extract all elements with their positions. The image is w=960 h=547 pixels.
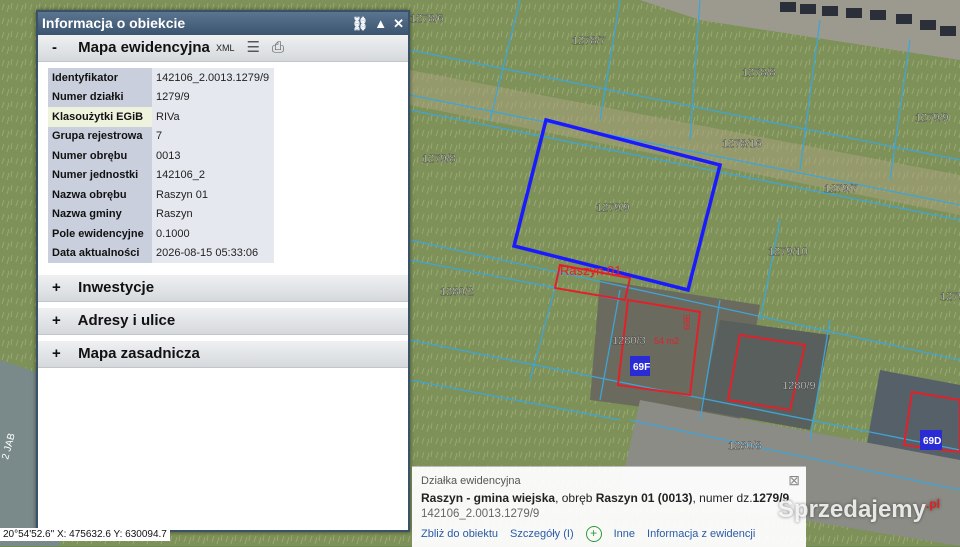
collapse-icon[interactable]: ▲ [374, 12, 387, 35]
parcel-label: 1279/9 [915, 112, 949, 124]
parcel-label: 1279/7 [824, 183, 858, 195]
parcel-label: 1279/9 [596, 202, 630, 214]
section-label: Mapa ewidencyjna [78, 39, 210, 56]
parcel-label: 1279/8 [422, 153, 456, 165]
attribute-value: 142106_2.0013.1279/9 [152, 68, 274, 88]
section-adresy-i-ulice[interactable]: + Adresy i ulice [38, 308, 408, 335]
attribute-value: 142106_2 [152, 165, 274, 185]
attribute-value: 2026-08-15 05:33:06 [152, 243, 274, 263]
attribute-row: Pole ewidencyjne 0.1000 [48, 224, 274, 244]
parcel-label: 1280/9 [782, 380, 816, 392]
parcel-label: 1279/10 [768, 246, 808, 258]
attribute-value: 0.1000 [152, 224, 274, 244]
close-icon[interactable]: ✕ [393, 12, 404, 35]
parcel-label: 1280/8 [728, 440, 762, 452]
close-icon[interactable]: ⊠ [788, 472, 800, 489]
zoom-to-object-link[interactable]: Zbliż do obiektu [421, 528, 498, 540]
building-number: 69D [923, 436, 941, 447]
parcel-label: 1280/2 [440, 286, 474, 298]
section-mapa-ewidencyjna[interactable]: - Mapa ewidencyjna XML ☰ ⎙ [38, 35, 408, 62]
section-mapa-zasadnicza[interactable]: + Mapa zasadnicza [38, 341, 408, 368]
section-label: Adresy i ulice [77, 312, 176, 329]
section-label: Inwestycje [78, 279, 155, 296]
panel-title-bar: Informacja o obiekcie ⛓ ▲ ✕ [38, 12, 408, 35]
building-number: 69E [682, 314, 692, 330]
attribute-row: Data aktualności 2026-08-15 05:33:06 [48, 243, 274, 263]
info-panel: Informacja o obiekcie ⛓ ▲ ✕ - Mapa ewide… [36, 10, 410, 532]
attribute-row: Nazwa obrębu Raszyn 01 [48, 185, 274, 205]
section-toggle-icon: + [52, 279, 61, 296]
building-number: 69F [633, 362, 650, 373]
list-icon[interactable]: ☰ [247, 35, 260, 61]
attribute-table: Identyfikator 142106_2.0013.1279/9 Numer d… [48, 68, 274, 263]
attribute-row: Klasoużytki EGiB RIVa [48, 107, 274, 127]
section-inwestycje[interactable]: + Inwestycje [38, 275, 408, 302]
parcel-label: 1278/7 [572, 35, 606, 47]
registry-info-link[interactable]: Informacja z ewidencji [647, 528, 755, 540]
details-link[interactable]: Szczegóły (I) [510, 528, 574, 540]
attribute-value: RIVa [152, 107, 274, 127]
watermark-suffix: .pl [926, 497, 940, 511]
coordinate-readout: 20°54'52.6" X: 475632.6 Y: 630094.7 [0, 528, 170, 541]
attribute-value: Raszyn 01 [152, 185, 274, 205]
attribute-row: Identyfikator 142106_2.0013.1279/9 [48, 68, 274, 88]
attribute-row: Numer jednostki 142106_2 [48, 165, 274, 185]
popup-gmina: Raszyn - gmina wiejska [421, 491, 556, 505]
popup-description: Raszyn - gmina wiejska, obręb Raszyn 01 … [421, 491, 789, 505]
attribute-key: Klasoużytki EGiB [48, 107, 152, 127]
section-toggle-icon: + [52, 345, 61, 362]
xml-export-button[interactable]: XML [216, 35, 235, 61]
attribute-key: Data aktualności [48, 243, 152, 263]
attribute-row: Nazwa gminy Raszyn [48, 204, 274, 224]
popup-text: , numer dz. [692, 491, 753, 505]
link-icon[interactable]: ⛓ [352, 12, 369, 35]
popup-identifier: 142106_2.0013.1279/9 [421, 508, 540, 520]
section-toggle-icon: - [52, 39, 57, 56]
area-label: 54 m2 [654, 336, 679, 346]
section-tools: XML ☰ ⎙ [216, 35, 284, 61]
attribute-row: Numer obrębu 0013 [48, 146, 274, 166]
attribute-key: Pole ewidencyjne [48, 224, 152, 244]
section-label: Mapa zasadnicza [78, 345, 200, 362]
popup-links: Zbliż do obiektu Szczegóły (I) + Inne In… [421, 526, 755, 542]
popup-obreb: Raszyn 01 (0013) [595, 491, 693, 505]
attribute-key: Nazwa gminy [48, 204, 152, 224]
attribute-key: Numer działki [48, 87, 152, 107]
attribute-row: Grupa rejestrowa 7 [48, 126, 274, 146]
parcel-label: 1279/9 [940, 291, 960, 303]
attribute-key: Numer jednostki [48, 165, 152, 185]
attribute-key: Identyfikator [48, 68, 152, 88]
attribute-value: 0013 [152, 146, 274, 166]
plus-icon[interactable]: + [585, 526, 602, 542]
attribute-value: 7 [152, 126, 274, 146]
attribute-table-wrap: Identyfikator 142106_2.0013.1279/9 Numer d… [38, 62, 408, 275]
section-toggle-icon: + [52, 312, 61, 329]
attribute-value: Raszyn [152, 204, 274, 224]
attribute-key: Nazwa obrębu [48, 185, 152, 205]
parcel-popup: Działka ewidencyjna ⊠ Raszyn - gmina wie… [412, 466, 806, 547]
print-icon[interactable]: ⎙ [272, 35, 284, 61]
panel-toolbar: ⛓ ▲ ✕ [352, 12, 404, 35]
other-link[interactable]: Inne [614, 528, 635, 540]
watermark-text: Sprzedajemy [777, 496, 926, 523]
parcel-label: 1280/3 [612, 335, 646, 347]
popup-text: , obręb [555, 491, 596, 505]
attribute-value: 1279/9 [152, 87, 274, 107]
attribute-key: Numer obrębu [48, 146, 152, 166]
parcel-label: 1278/8 [742, 67, 776, 79]
parcel-label: 1278/6 [410, 13, 444, 25]
parcel-label: 1278/16 [722, 138, 762, 150]
popup-type: Działka ewidencyjna [421, 475, 521, 487]
attribute-key: Grupa rejestrowa [48, 126, 152, 146]
attribute-row: Numer działki 1279/9 [48, 87, 274, 107]
watermark: Sprzedajemy.pl [778, 496, 940, 524]
panel-title: Informacja o obiekcie [42, 15, 186, 31]
region-label: Raszyn 01 [560, 263, 621, 278]
